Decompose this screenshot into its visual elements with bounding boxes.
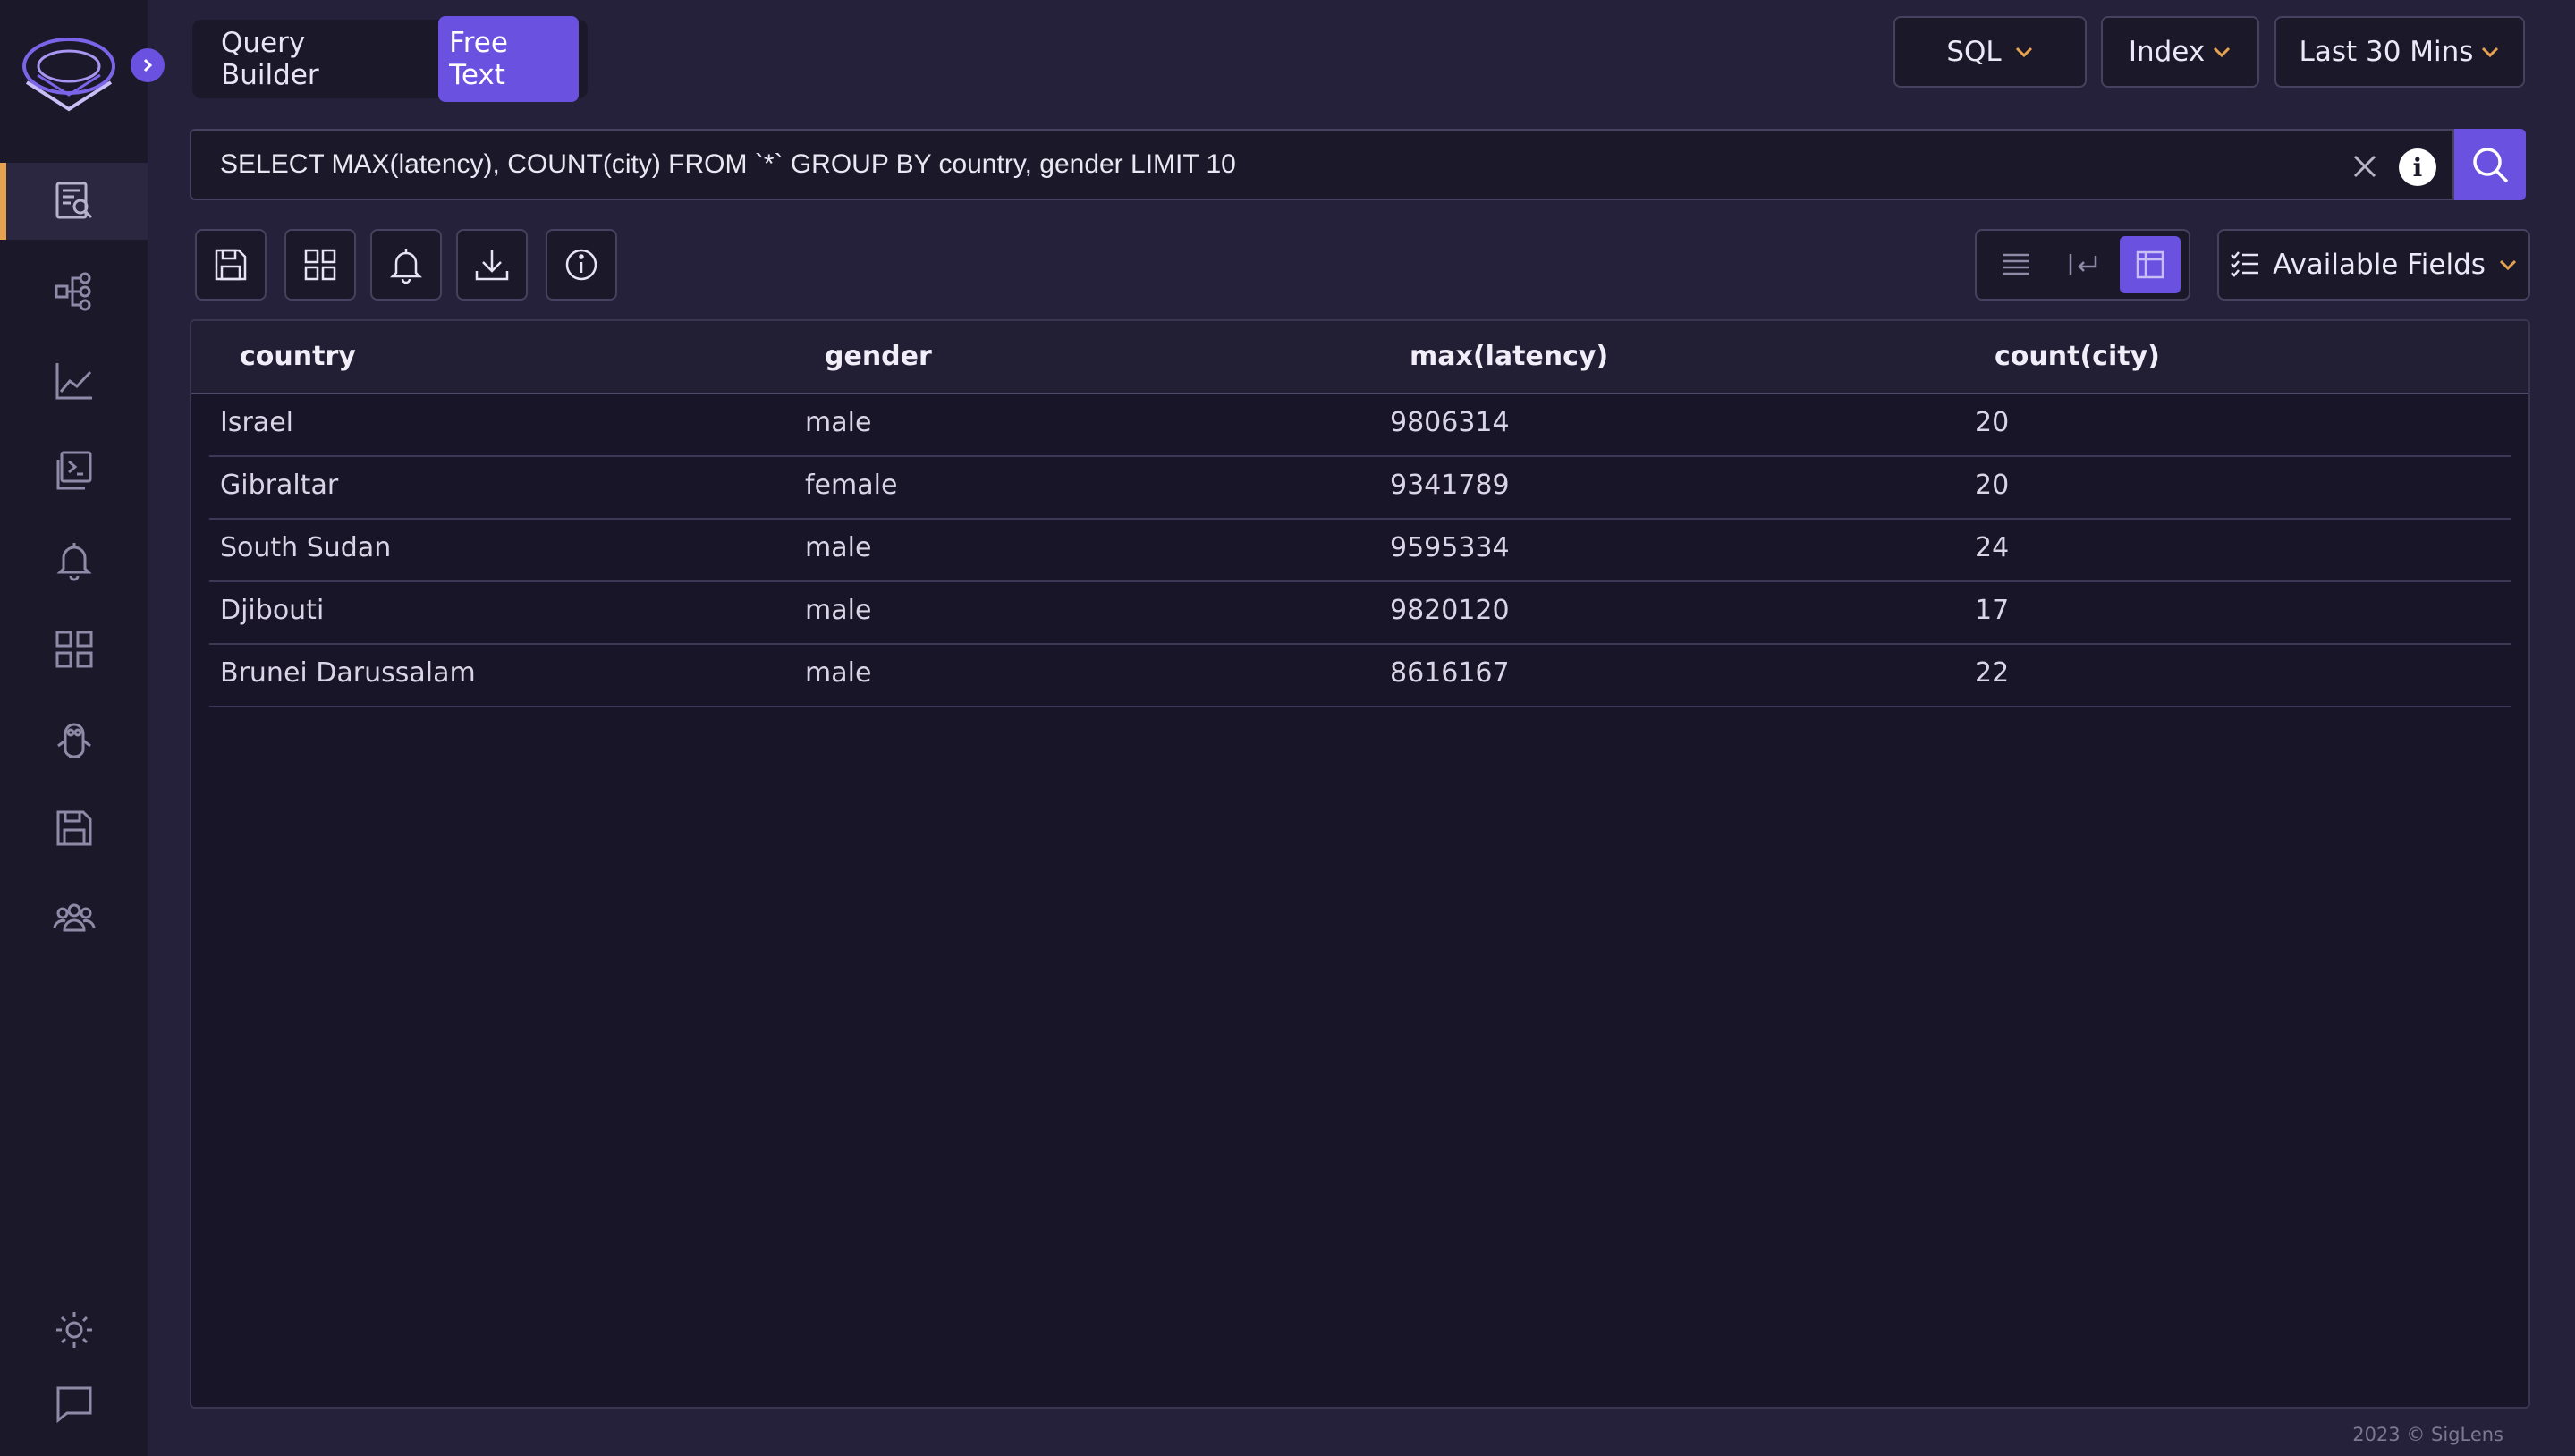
sidebar-item-alerts[interactable] xyxy=(0,521,148,598)
create-alert-button[interactable] xyxy=(370,229,442,301)
cell-country: Djibouti xyxy=(220,595,325,626)
theme-toggle[interactable] xyxy=(0,1291,148,1368)
sidebar xyxy=(0,0,148,1456)
table-view-button[interactable] xyxy=(2119,236,2181,293)
query-builder-tab[interactable]: Query Builder xyxy=(210,16,415,102)
grid-apps-icon xyxy=(55,631,92,668)
sidebar-item-apps[interactable] xyxy=(0,611,148,688)
logs-search-icon xyxy=(55,182,92,219)
cell-country: Gibraltar xyxy=(220,470,339,501)
free-text-tab[interactable]: Free Text xyxy=(438,16,579,102)
cell-max-latency: 9806314 xyxy=(1390,407,1510,438)
siglens-logo[interactable] xyxy=(20,29,118,114)
time-range-value: Last 30 Mins xyxy=(2299,36,2474,68)
cell-max-latency: 9820120 xyxy=(1390,595,1510,626)
cell-count-city: 24 xyxy=(1975,532,2010,563)
penguin-icon xyxy=(56,723,91,758)
cell-count-city: 20 xyxy=(1975,470,2010,501)
table-row[interactable]: South Sudan male 9595334 24 xyxy=(209,518,2511,582)
cell-max-latency: 9341789 xyxy=(1390,470,1510,501)
table-icon xyxy=(2136,250,2164,279)
users-group-icon xyxy=(53,903,95,932)
sidebar-item-minion[interactable] xyxy=(0,700,148,777)
query-language-dropdown[interactable]: SQL xyxy=(1893,16,2087,88)
query-language-value: SQL xyxy=(1946,36,2002,68)
table-row[interactable]: Gibraltar female 9341789 20 xyxy=(209,455,2511,520)
run-query-button[interactable] xyxy=(2454,129,2526,200)
single-line-view-button[interactable] xyxy=(1986,236,2046,293)
sidebar-item-metrics[interactable] xyxy=(0,343,148,419)
cell-count-city: 22 xyxy=(1975,657,2010,689)
download-button[interactable] xyxy=(456,229,528,301)
wrap-view-button[interactable] xyxy=(2053,236,2113,293)
query-info-label: i xyxy=(2412,152,2423,182)
sidebar-item-logs[interactable] xyxy=(0,163,148,240)
index-dropdown[interactable]: Index xyxy=(2101,16,2259,88)
chevron-down-icon xyxy=(2499,259,2516,271)
available-fields-label: Available Fields xyxy=(2273,249,2486,281)
sidebar-item-users[interactable] xyxy=(0,879,148,956)
metrics-chart-icon xyxy=(55,363,92,400)
column-header-max-latency[interactable]: max(latency) xyxy=(1410,341,1608,372)
cell-gender: male xyxy=(805,657,872,689)
view-mode-switcher xyxy=(1975,229,2190,301)
chevron-right-icon xyxy=(143,58,153,72)
sidebar-item-service-graph[interactable] xyxy=(0,253,148,330)
table-row[interactable]: Brunei Darussalam male 8616167 22 xyxy=(209,643,2511,707)
sun-theme-icon xyxy=(55,1312,92,1348)
results-table: country gender max(latency) count(city) … xyxy=(190,319,2530,1409)
checklist-icon xyxy=(2231,251,2259,277)
query-details-button[interactable] xyxy=(546,229,617,301)
wrap-text-icon xyxy=(2069,254,2096,275)
cell-gender: male xyxy=(805,532,872,563)
query-text[interactable]: SELECT MAX(latency), COUNT(city) FROM `*… xyxy=(220,149,2452,180)
table-header: country gender max(latency) count(city) xyxy=(191,321,2528,394)
query-info-icon[interactable]: i xyxy=(2399,148,2436,186)
column-header-country[interactable]: country xyxy=(240,341,356,372)
cell-max-latency: 9595334 xyxy=(1390,532,1510,563)
alert-bell-icon xyxy=(55,543,92,581)
column-header-count-city[interactable]: count(city) xyxy=(1995,341,2160,372)
bell-icon xyxy=(389,249,423,284)
footer-copyright: 2023 © SigLens xyxy=(2352,1424,2503,1445)
dashboard-terminal-icon xyxy=(56,451,91,490)
time-range-dropdown[interactable]: Last 30 Mins xyxy=(2274,16,2525,88)
save-icon xyxy=(215,249,247,281)
service-graph-icon xyxy=(55,272,90,311)
cell-country: Brunei Darussalam xyxy=(220,657,476,689)
cell-country: Israel xyxy=(220,407,293,438)
cell-gender: male xyxy=(805,407,872,438)
cell-gender: female xyxy=(805,470,898,501)
feedback-button[interactable] xyxy=(0,1366,148,1443)
table-row[interactable]: Djibouti male 9820120 17 xyxy=(209,580,2511,645)
clear-icon[interactable] xyxy=(2351,152,2379,181)
chat-feedback-icon xyxy=(56,1386,91,1424)
cell-count-city: 20 xyxy=(1975,407,2010,438)
query-input[interactable]: SELECT MAX(latency), COUNT(city) FROM `*… xyxy=(190,129,2454,200)
sidebar-expand-button[interactable] xyxy=(131,48,165,82)
save-query-button[interactable] xyxy=(195,229,267,301)
cell-country: South Sudan xyxy=(220,532,392,563)
column-header-gender[interactable]: gender xyxy=(825,341,932,372)
sidebar-item-dashboards[interactable] xyxy=(0,432,148,509)
download-icon xyxy=(475,250,509,281)
lines-icon xyxy=(2002,253,2029,275)
index-label: Index xyxy=(2128,36,2206,68)
info-icon xyxy=(565,249,597,281)
save-disk-icon xyxy=(56,810,91,846)
search-icon xyxy=(2473,148,2509,183)
chevron-down-icon xyxy=(2015,47,2032,58)
query-mode-toggle: Query Builder Free Text xyxy=(192,16,588,102)
cell-max-latency: 8616167 xyxy=(1390,657,1510,689)
table-row[interactable]: Israel male 9806314 20 xyxy=(209,393,2511,457)
sidebar-item-saved-queries[interactable] xyxy=(0,790,148,867)
chevron-down-icon xyxy=(2482,47,2499,58)
chevron-down-icon xyxy=(2214,47,2231,58)
cell-gender: male xyxy=(805,595,872,626)
add-to-dashboard-button[interactable] xyxy=(284,229,356,301)
cell-count-city: 17 xyxy=(1975,595,2010,626)
available-fields-dropdown[interactable]: Available Fields xyxy=(2217,229,2530,301)
grid-icon xyxy=(304,249,336,281)
